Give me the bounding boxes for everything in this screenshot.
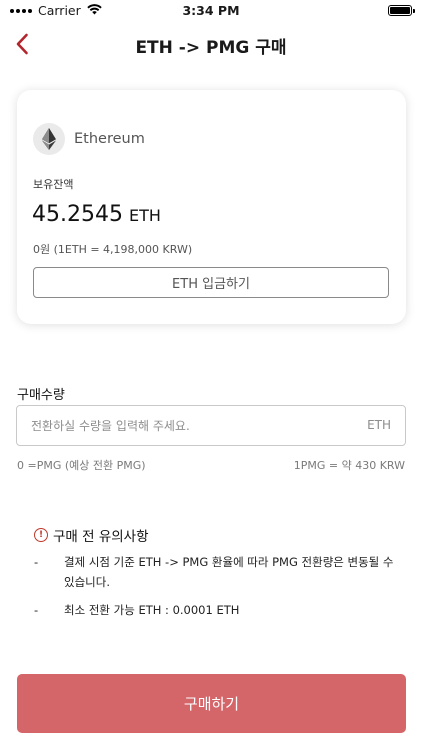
notice-item: - 결제 시점 기준 ETH -> PMG 환율에 따라 PMG 전환량은 변동될… — [34, 552, 394, 592]
purchase-button[interactable]: 구매하기 — [17, 674, 406, 733]
notice-item: - 최소 전환 가능 ETH : 0.0001 ETH — [34, 600, 394, 620]
notice-text: 결제 시점 기준 ETH -> PMG 환율에 따라 PMG 전환량은 변동될 … — [64, 555, 394, 589]
notice-dash: - — [34, 555, 39, 569]
quantity-unit: ETH — [367, 418, 391, 432]
ethereum-icon — [33, 123, 65, 155]
notice-heading: ! 구매 전 유의사항 — [34, 525, 149, 545]
clock: 3:34 PM — [182, 3, 240, 18]
warning-icon: ! — [34, 528, 48, 542]
notice-list: - 결제 시점 기준 ETH -> PMG 환율에 따라 PMG 전환량은 변동될… — [34, 552, 394, 628]
estimate-text: 0 =PMG (예상 전환 PMG) — [17, 459, 146, 472]
quantity-field[interactable]: ETH — [16, 405, 406, 446]
coin-name: Ethereum — [74, 131, 145, 147]
notice-dash: - — [34, 603, 39, 617]
coin-header: Ethereum — [33, 123, 145, 155]
notice-title: 구매 전 유의사항 — [53, 529, 149, 545]
balance-value: 45.2545 — [32, 202, 123, 227]
balance-label: 보유잔액 — [33, 178, 74, 191]
navigation-bar: ETH -> PMG 구매 — [0, 26, 422, 62]
deposit-eth-button[interactable]: ETH 입금하기 — [33, 267, 389, 298]
quantity-label: 구매수량 — [17, 388, 65, 403]
battery-icon — [388, 5, 415, 16]
balance-unit: ETH — [128, 206, 161, 225]
rate-text: 1PMG = 약 430 KRW — [293, 459, 405, 472]
krw-value: 0원 (1ETH = 4,198,000 KRW) — [33, 243, 193, 256]
quantity-input[interactable] — [31, 406, 351, 445]
page-title: ETH -> PMG 구매 — [135, 38, 287, 58]
wallet-card: Ethereum 보유잔액 45.2545 ETH 0원 (1ETH = 4,19… — [17, 90, 406, 324]
status-bar: Carrier 3:34 PM — [0, 0, 422, 22]
balance-amount: 45.2545 ETH — [32, 202, 161, 227]
notice-text: 최소 전환 가능 ETH : 0.0001 ETH — [64, 603, 240, 617]
